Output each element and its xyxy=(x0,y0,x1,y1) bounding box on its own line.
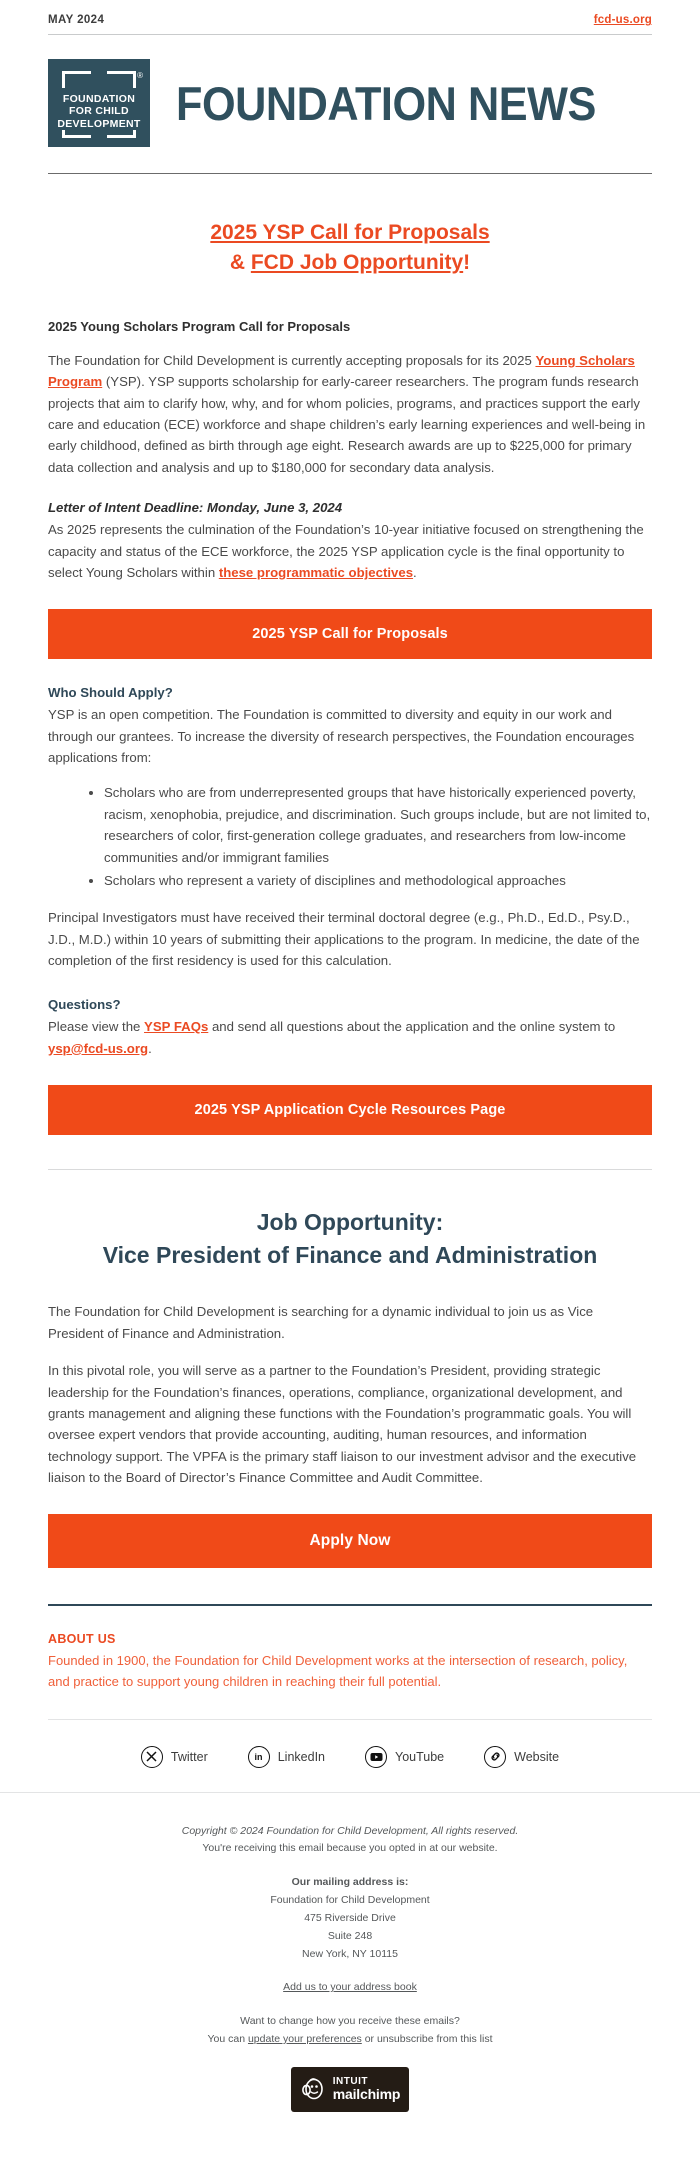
social-label-youtube: YouTube xyxy=(395,1749,445,1764)
fcd-logo: ® FOUNDATION FOR CHILD DEVELOPMENT xyxy=(48,59,150,147)
about-us-text: Founded in 1900, the Foundation for Chil… xyxy=(48,1653,628,1690)
preferences-block: Want to change how you receive these ema… xyxy=(60,2013,640,2049)
mailing-address-block: Our mailing address is: Foundation for C… xyxy=(60,1874,640,1963)
newsletter-title: FOUNDATION NEWS xyxy=(176,76,596,130)
social-link-website[interactable]: Website xyxy=(484,1745,560,1768)
link-icon xyxy=(484,1745,507,1768)
svg-text:in: in xyxy=(255,1752,263,1762)
social-link-linkedin[interactable]: in LinkedIn xyxy=(247,1745,325,1768)
preferences-question: Want to change how you receive these ema… xyxy=(240,2015,460,2028)
ysp-intro-text-b: (YSP). YSP supports scholarship for earl… xyxy=(48,374,646,475)
logo-bracket-top-gap xyxy=(91,71,107,74)
job-opportunity-heading: Job Opportunity: Vice President of Finan… xyxy=(48,1170,652,1271)
issue-date: MAY 2024 xyxy=(48,14,105,26)
preferences-text-b: or unsubscribe from this list xyxy=(361,2033,493,2046)
who-should-apply-paragraph: YSP is an open competition. The Foundati… xyxy=(48,707,635,765)
mailing-address-line-4: New York, NY 10115 xyxy=(302,1947,398,1960)
footer-optin-notice: You're receiving this email because you … xyxy=(202,1842,498,1855)
mailing-address-line-1: Foundation for Child Development xyxy=(270,1894,430,1907)
site-link[interactable]: fcd-us.org xyxy=(594,14,652,26)
ysp-culmination-paragraph: As 2025 represents the culmination of th… xyxy=(48,519,652,583)
masthead: ® FOUNDATION FOR CHILD DEVELOPMENT FOUND… xyxy=(48,35,652,173)
mailchimp-badge[interactable]: INTUIT mailchimp xyxy=(291,2066,409,2112)
headline-ampersand: & xyxy=(229,251,251,275)
preferences-line: You can update your preferences or unsub… xyxy=(60,2031,640,2049)
registered-trademark-icon: ® xyxy=(137,71,143,80)
bottom-spacer xyxy=(0,2138,700,2156)
job-paragraph-1: The Foundation for Child Development is … xyxy=(48,1304,594,1341)
address-book-block: Add us to your address book xyxy=(60,1979,640,1997)
mailchimp-name-text: mailchimp xyxy=(332,2086,401,2103)
about-divider xyxy=(48,1604,652,1607)
logo-word-line-1: FOUNDATION xyxy=(62,92,136,105)
questions-heading: Questions? xyxy=(48,997,121,1013)
youtube-icon xyxy=(365,1745,387,1768)
questions-text-c: . xyxy=(148,1040,152,1056)
footer: Copyright © 2024 Foundation for Child De… xyxy=(0,1793,700,2138)
add-to-address-book-link[interactable]: Add us to your address book xyxy=(283,1981,417,1993)
who-should-apply-list: Scholars who are from underrepresented g… xyxy=(48,782,652,891)
page-title: 2025 YSP Call for Proposals & FCD Job Op… xyxy=(48,174,652,285)
questions-text-a: Please view the xyxy=(48,1019,145,1035)
programmatic-objectives-link[interactable]: these programmatic objectives xyxy=(219,565,413,580)
mailchimp-monkey-icon xyxy=(300,2076,326,2102)
headline-line-1: 2025 YSP Call for Proposals xyxy=(48,218,652,248)
logo-wordmark: FOUNDATION FOR CHILD DEVELOPMENT xyxy=(57,93,140,147)
ysp-email-link[interactable]: ysp@fcd-us.org xyxy=(48,1041,148,1056)
ysp-call-for-proposals-button[interactable]: 2025 YSP Call for Proposals xyxy=(48,609,652,660)
headline-exclamation: ! xyxy=(463,251,471,275)
ysp-intro-paragraph: The Foundation for Child Development is … xyxy=(48,350,652,478)
headline-line-2: & FCD Job Opportunity! xyxy=(48,248,652,278)
headline-link-ysp[interactable]: 2025 YSP Call for Proposals xyxy=(210,221,489,244)
job-paragraph-2: In this pivotal role, you will serve as … xyxy=(48,1363,637,1486)
principal-investigators-paragraph: Principal Investigators must have receiv… xyxy=(48,910,640,968)
logo-word-line-2: FOR CHILD xyxy=(69,105,129,118)
social-link-twitter[interactable]: Twitter xyxy=(140,1745,208,1768)
list-item: Scholars who represent a variety of disc… xyxy=(104,870,652,891)
social-label-twitter: Twitter xyxy=(170,1749,208,1764)
email-inner-container: MAY 2024 fcd-us.org ® FOUNDATION FOR CHI… xyxy=(0,0,700,1792)
questions-paragraph: Please view the YSP FAQs and send all qu… xyxy=(48,1016,652,1059)
social-links: Twitter in LinkedIn YouTube Website xyxy=(48,1720,652,1792)
ysp-resources-page-button[interactable]: 2025 YSP Application Cycle Resources Pag… xyxy=(48,1085,652,1136)
questions-text-b: and send all questions about the applica… xyxy=(208,1019,616,1035)
mailing-address-line-3: Suite 248 xyxy=(327,1929,373,1942)
apply-now-button[interactable]: Apply Now xyxy=(48,1514,652,1569)
linkedin-icon: in xyxy=(247,1745,270,1768)
email-body: MAY 2024 fcd-us.org ® FOUNDATION FOR CHI… xyxy=(0,0,700,2156)
social-link-youtube[interactable]: YouTube xyxy=(365,1745,445,1768)
mailchimp-wordmark: INTUIT mailchimp xyxy=(332,2076,401,2103)
social-label-website: Website xyxy=(514,1749,560,1764)
ysp-section-title: 2025 Young Scholars Program Call for Pro… xyxy=(48,318,351,334)
headline-link-job[interactable]: FCD Job Opportunity xyxy=(251,251,463,274)
preferences-text-a: You can xyxy=(207,2033,248,2046)
ysp-culmination-text-b: . xyxy=(413,564,417,580)
ysp-faqs-link[interactable]: YSP FAQs xyxy=(144,1019,208,1034)
loi-deadline: Letter of Intent Deadline: Monday, June … xyxy=(48,500,343,516)
job-heading-line-1: Job Opportunity: xyxy=(256,1209,444,1236)
job-heading-line-2: Vice President of Finance and Administra… xyxy=(102,1241,598,1268)
update-preferences-link[interactable]: update your preferences xyxy=(248,2033,362,2045)
mailing-address-line-2: 475 Riverside Drive xyxy=(304,1911,396,1924)
preheader: MAY 2024 fcd-us.org xyxy=(48,0,652,34)
list-item: Scholars who are from underrepresented g… xyxy=(104,782,652,868)
twitter-x-icon xyxy=(140,1745,163,1768)
mailing-address-label: Our mailing address is: xyxy=(291,1876,409,1889)
logo-word-line-3: DEVELOPMENT xyxy=(57,118,141,131)
footer-copyright: Copyright © 2024 Foundation for Child De… xyxy=(181,1824,519,1837)
who-should-apply-heading: Who Should Apply? xyxy=(48,685,173,701)
ysp-intro-text-a: The Foundation for Child Development is … xyxy=(48,352,536,368)
social-label-linkedin: LinkedIn xyxy=(277,1749,325,1764)
about-us-label: ABOUT US xyxy=(48,1632,116,1647)
